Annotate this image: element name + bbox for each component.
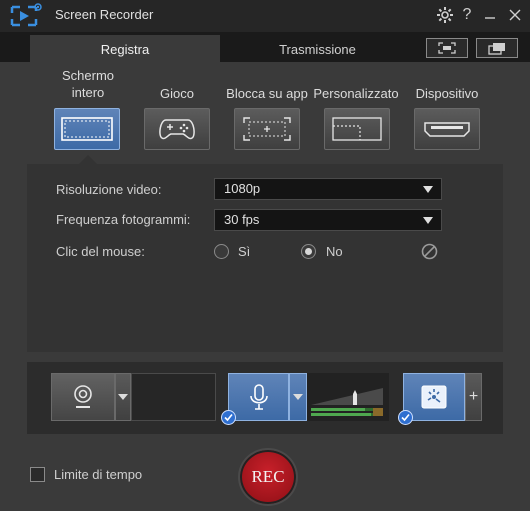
mode-label: Schermo intero <box>61 68 115 100</box>
effects-enabled-check-icon[interactable] <box>398 410 413 425</box>
mouse-clicks-label: Clic del mouse: <box>56 244 145 259</box>
help-icon[interactable]: ? <box>456 4 478 26</box>
mouse-yes-label: Sì <box>238 244 251 259</box>
webcam-icon <box>74 385 92 408</box>
settings-gear-icon[interactable] <box>434 4 456 26</box>
device-bar: + <box>27 362 503 434</box>
chevron-down-icon <box>118 394 128 400</box>
screen-recorder-logo-icon <box>8 3 44 29</box>
rec-button[interactable]: REC <box>238 448 298 506</box>
tab-bar: Registra Trasmissione <box>0 32 530 63</box>
microphone-enabled-check-icon[interactable] <box>221 410 236 425</box>
device-mode-button[interactable] <box>414 108 480 150</box>
settings-panel: Risoluzione video: 1080p Frequenza fotog… <box>27 164 503 352</box>
resolution-label: Risoluzione video: <box>56 182 162 197</box>
close-icon[interactable] <box>504 4 526 26</box>
dropdown-arrow-icon <box>423 186 433 193</box>
time-limit-label: Limite di tempo <box>54 467 143 482</box>
rec-label: REC <box>251 467 285 486</box>
mode-label: Personalizzato <box>313 86 399 101</box>
fullscreen-mode-button[interactable] <box>54 108 120 150</box>
mode-label: Gioco <box>160 86 194 101</box>
mini-mode-button[interactable] <box>476 38 518 58</box>
game-mode-button[interactable] <box>144 108 210 150</box>
resolution-dropdown[interactable]: 1080p <box>214 178 442 200</box>
effects-icon <box>421 385 447 409</box>
mode-label: Dispositivo <box>415 86 479 101</box>
microphone-options-button[interactable] <box>289 373 307 421</box>
volume-meter[interactable] <box>307 373 389 421</box>
webcam-button[interactable] <box>51 373 115 421</box>
fullscreen-icon <box>61 117 113 141</box>
fullscreen-view-button[interactable] <box>426 38 468 58</box>
gamepad-icon <box>159 119 195 140</box>
custom-mode-button[interactable] <box>324 108 390 150</box>
webcam-options-button[interactable] <box>115 373 131 421</box>
tab-broadcast[interactable]: Trasmissione <box>220 35 415 63</box>
microphone-volume-panel <box>307 373 389 421</box>
lock-to-app-mode-button[interactable] <box>234 108 300 150</box>
add-icon: + <box>468 388 479 405</box>
framerate-value: 30 fps <box>224 212 260 227</box>
mouse-yes-radio[interactable] <box>214 244 229 259</box>
mouse-effect-disabled-icon[interactable] <box>421 243 438 260</box>
device-hdmi-icon <box>424 122 470 137</box>
framerate-label: Frequenza fotogrammi: <box>56 212 191 227</box>
webcam-preview <box>131 373 216 421</box>
add-effect-button[interactable]: + <box>465 373 482 421</box>
expand-icon <box>438 42 456 54</box>
volume-slider-handle <box>353 394 357 405</box>
resolution-value: 1080p <box>224 181 261 196</box>
microphone-button[interactable] <box>228 373 289 421</box>
mouse-no-label: No <box>326 244 343 259</box>
mouse-no-radio[interactable] <box>301 244 316 259</box>
windows-icon <box>488 42 505 55</box>
custom-area-icon <box>332 117 382 141</box>
microphone-icon <box>249 384 268 410</box>
app-title: Screen Recorder <box>55 7 154 22</box>
tab-record[interactable]: Registra <box>30 35 220 63</box>
chevron-down-icon <box>293 394 303 400</box>
time-limit-checkbox[interactable] <box>30 467 45 482</box>
framerate-dropdown[interactable]: 30 fps <box>214 209 442 231</box>
mode-label: Blocca su app <box>226 86 308 101</box>
dropdown-arrow-icon <box>423 217 433 224</box>
lock-to-app-icon <box>243 117 291 141</box>
minimize-icon[interactable] <box>479 4 501 26</box>
title-bar: Screen Recorder ? <box>0 0 530 32</box>
selected-mode-pointer <box>79 155 97 164</box>
record-panel: Schermo intero Gioco Blocca su app Perso… <box>0 62 530 511</box>
